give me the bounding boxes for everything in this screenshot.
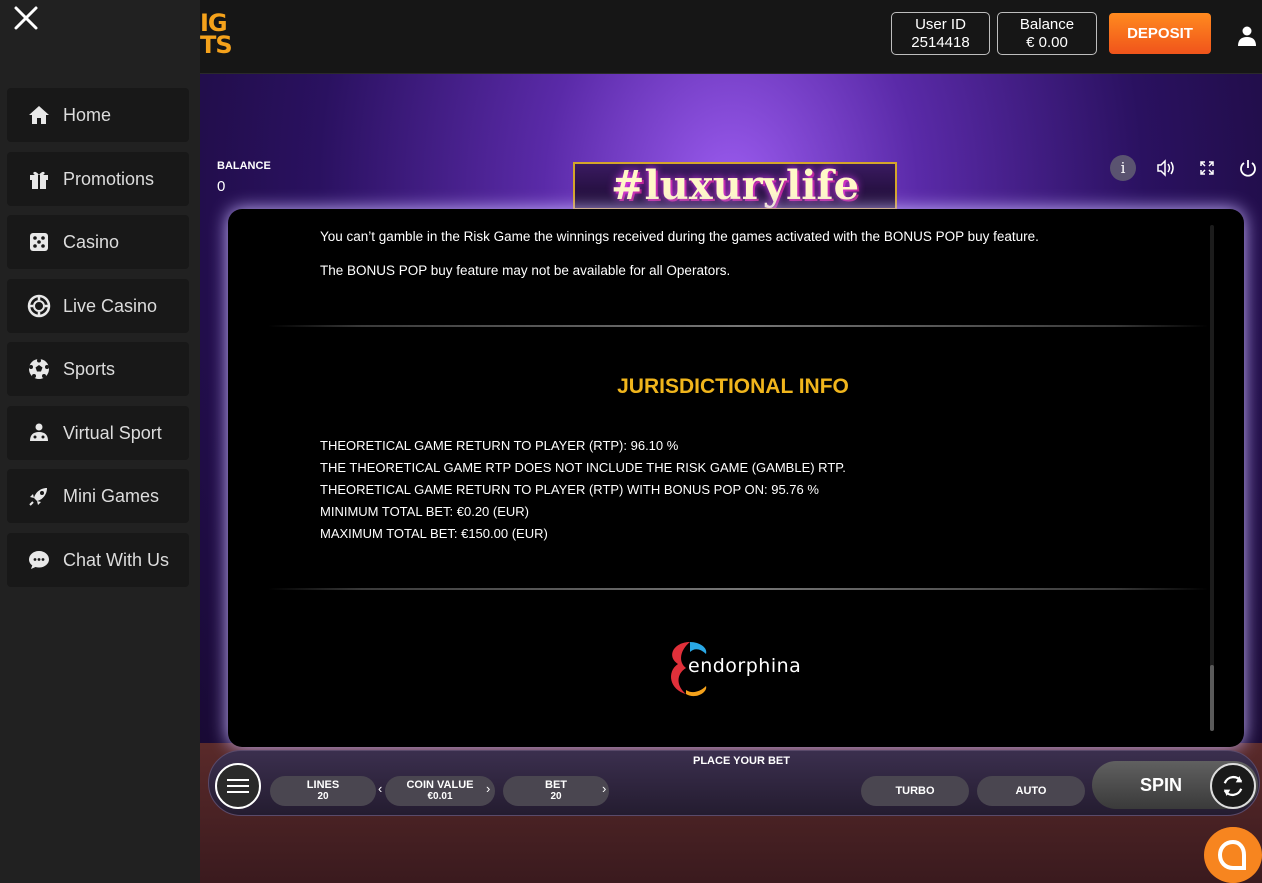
power-icon[interactable] [1235,155,1261,181]
rocket-icon [29,488,47,506]
sidebar-item-casino[interactable]: Casino [7,215,189,269]
coin-value-value: €0.01 [427,791,453,802]
lines-label: LINES [306,779,340,791]
paytable-info-panel: You can’t gamble in the Risk Game the wi… [228,209,1244,747]
sidebar-item-label: Virtual Sport [63,422,162,443]
sound-icon[interactable] [1152,155,1178,181]
sidebar-item-promotions[interactable]: Promotions [7,152,189,206]
gamepad-icon [30,423,48,441]
bet-increase-arrow[interactable]: › [602,781,606,796]
bet-value: 20 [550,791,562,802]
lines-value: 20 [317,791,329,802]
game-title-logo: #luxurylife [573,162,897,210]
sidebar-item-label: Sports [63,358,116,379]
game-balance-value: 0 [217,178,226,195]
game-balance-label: BALANCE [217,160,271,172]
rtp-line: MAXIMUM TOTAL BET: €150.00 (EUR) [320,526,548,541]
rtp-line: THE THEORETICAL GAME RTP DOES NOT INCLUD… [320,460,846,475]
lines-decrease-arrow[interactable]: ‹ [378,781,382,796]
deposit-button[interactable]: DEPOSIT [1109,13,1211,54]
bonus-pop-availability-note: The BONUS POP buy feature may not be ava… [320,263,731,278]
user-icon[interactable] [1238,26,1256,46]
chat-icon [29,551,49,569]
section-divider [268,588,1208,590]
coin-value-increase-arrow[interactable]: › [486,781,490,796]
sidebar-item-label: Chat With Us [63,549,170,570]
sidebar-item-label: Mini Games [63,485,160,506]
auto-button[interactable]: AUTO [977,776,1085,806]
close-icon[interactable] [12,4,40,32]
gift-icon [30,171,48,189]
game-menu-button[interactable] [215,763,261,809]
info-icon[interactable]: i [1110,155,1136,181]
sidebar-item-label: Home [63,104,112,125]
sidebar-item-virtual-sport[interactable]: Virtual Sport [7,406,189,460]
user-id-box: User ID 2514418 [891,12,990,55]
lines-selector[interactable]: LINES 20 [270,776,376,806]
sidebar-item-label: Promotions [63,168,155,189]
user-id-label: User ID [915,16,966,33]
bet-label: BET [545,779,567,791]
sidebar-item-sports[interactable]: Sports [7,342,189,396]
balance-box: Balance € 0.00 [997,12,1097,55]
section-divider [268,325,1208,327]
live-chat-icon[interactable] [1204,827,1262,883]
sidebar-item-label: Casino [63,231,120,252]
soccer-ball-icon [29,358,49,379]
sidebar: Home Promotions Casino Live Casino Sport… [0,0,200,883]
balance-value: € 0.00 [1026,34,1068,51]
provider-name: endorphina [688,655,802,677]
game-frame: BALANCE 0 #luxurylife i You can’t gamble… [200,74,1262,883]
spin-refresh-icon[interactable] [1210,763,1256,809]
jurisdictional-info-title: JURISDICTIONAL INFO [617,375,849,398]
balance-label: Balance [1019,16,1075,33]
sidebar-item-live-casino[interactable]: Live Casino [7,279,189,333]
bonus-pop-gamble-note: You can’t gamble in the Risk Game the wi… [320,229,1039,244]
sidebar-item-label: Live Casino [63,295,158,316]
site-logo[interactable]: IG TS [200,11,233,57]
sidebar-item-home[interactable]: Home [7,88,189,142]
sidebar-item-chat-with-us[interactable]: Chat With Us [7,533,189,587]
fullscreen-icon[interactable] [1194,155,1220,181]
place-your-bet-label: PLACE YOUR BET [693,755,790,767]
home-icon [29,106,49,124]
scrollbar-track[interactable] [1210,225,1214,730]
rtp-line: MINIMUM TOTAL BET: €0.20 (EUR) [320,504,530,519]
rtp-line: THEORETICAL GAME RETURN TO PLAYER (RTP):… [320,438,679,453]
turbo-button[interactable]: TURBO [861,776,969,806]
coin-value-selector[interactable]: COIN VALUE €0.01 [385,776,495,806]
chip-icon [27,294,51,318]
bet-selector[interactable]: BET 20 [503,776,609,806]
rtp-line: THEORETICAL GAME RETURN TO PLAYER (RTP) … [320,482,819,497]
dice-icon [30,233,48,251]
coin-value-label: COIN VALUE [406,779,474,791]
user-id-value: 2514418 [911,34,970,51]
sidebar-item-mini-games[interactable]: Mini Games [7,469,189,523]
scrollbar-thumb[interactable] [1210,665,1214,731]
